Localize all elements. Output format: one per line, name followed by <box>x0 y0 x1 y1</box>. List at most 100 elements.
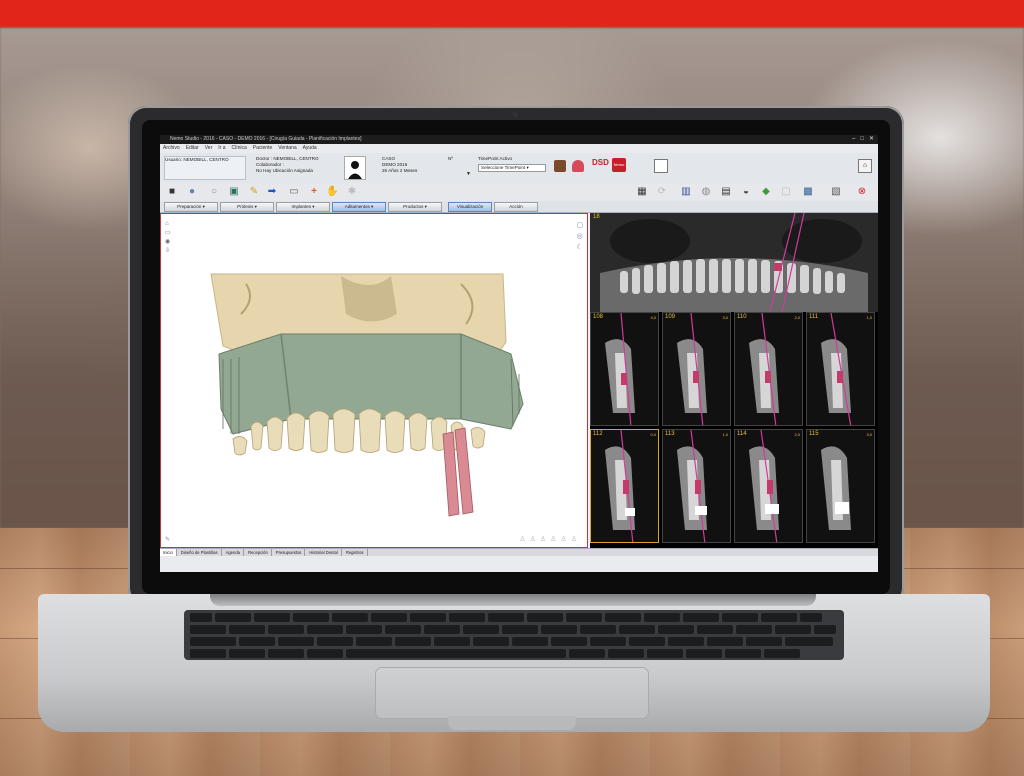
caso-dropdown-arrow-icon[interactable]: ▼ <box>466 171 471 177</box>
refresh-icon[interactable]: ⟳ <box>656 186 668 198</box>
tab-label: Implantes <box>291 204 311 209</box>
timepoint-value: Seleccione TimePoint <box>481 165 526 170</box>
monitor-icon[interactable]: ▣ <box>228 186 240 198</box>
slice-number: 108 <box>593 314 604 320</box>
disc-icon[interactable]: ● <box>186 186 198 198</box>
tab-label: Prótesis <box>237 204 254 209</box>
3d-viewport[interactable]: ⌂ ▭ ◉ ⇩ ▢ ◎ ☾ ♙♙♙♙♙♙ ✎ <box>160 213 588 548</box>
header-red-band <box>0 0 1024 28</box>
slice-scale: 2,0 <box>794 315 800 320</box>
arrow-right-icon[interactable]: ➡ <box>266 186 278 198</box>
bell-icon[interactable]: ◒ <box>740 186 752 198</box>
dsd-icon[interactable]: DSD <box>592 158 609 167</box>
settings-icon[interactable]: ✱ <box>346 186 358 198</box>
patient-info-bar: Usuario: NEMOBILL, CENTRO Doctor : NEMOB… <box>160 153 878 184</box>
hand-icon[interactable]: ✋ <box>326 186 338 198</box>
menu-archivo[interactable]: Archivo <box>163 144 180 153</box>
doctor-block: Doctor : NEMOBILL, CENTRO Colaborador : … <box>256 156 319 174</box>
ct-slice[interactable]: 109 3,0 <box>662 312 731 426</box>
screen-icon[interactable]: ▩ <box>802 186 814 198</box>
ct-slice[interactable]: 108 4,0 <box>590 312 659 426</box>
tab-aditamentos[interactable]: Aditamentos ▾ <box>332 202 386 212</box>
slice-scale: 3,0 <box>722 315 728 320</box>
slice-number: 115 <box>809 431 819 437</box>
document-icon[interactable] <box>654 159 668 173</box>
tool-pen-icon[interactable]: ✎ <box>165 536 170 543</box>
tab-productos[interactable]: Productos ▾ <box>388 202 442 212</box>
maximize-button[interactable]: □ <box>860 135 864 144</box>
menu-clinica[interactable]: Clínica <box>232 144 247 153</box>
slice-scale: 3,0 <box>866 432 872 437</box>
webcam <box>513 112 518 117</box>
slice-number: 113 <box>665 431 675 437</box>
lock-icon[interactable]: ▢ <box>780 186 792 198</box>
laptop-hinge <box>210 594 816 606</box>
pano-number: 18 <box>593 214 600 220</box>
usuario-box: Usuario: NEMOBILL, CENTRO <box>164 156 246 180</box>
menu-ir-a[interactable]: Ir a <box>218 144 225 153</box>
slice-number: 111 <box>809 314 819 320</box>
tooth-view-icons[interactable]: ♙♙♙♙♙♙ <box>519 535 581 543</box>
numero-label: Nº <box>448 156 453 161</box>
ct-slice[interactable]: 111 1,0 <box>806 312 875 426</box>
panoramic-view[interactable]: 18 <box>590 213 878 312</box>
status-bar <box>160 556 878 572</box>
tag-icon[interactable]: ◆ <box>760 186 772 198</box>
close-button[interactable]: ✕ <box>869 135 874 144</box>
clinic-icon[interactable] <box>554 160 566 172</box>
app-screen: Nemo Studio - 2016 - CASO - DEMO 2016 - … <box>160 135 878 572</box>
ct-slice[interactable]: 115 3,0 <box>806 429 875 543</box>
tab-label: Visualización <box>456 204 484 209</box>
ct-viewer[interactable]: 18 108 4,0 109 3,0 110 2,0 111 1,0 112 0… <box>590 213 878 548</box>
ct-slice-selected[interactable]: 112 0,0 <box>590 429 659 543</box>
window-titlebar: Nemo Studio - 2016 - CASO - DEMO 2016 - … <box>160 135 878 144</box>
teeth-icon[interactable] <box>572 160 584 172</box>
ct-slice[interactable]: 113 1,0 <box>662 429 731 543</box>
menu-ver[interactable]: Ver <box>205 144 213 153</box>
tab-label: Acción <box>509 204 523 209</box>
crosshair-icon[interactable]: + <box>308 186 320 198</box>
tab-label: Productos <box>403 204 424 209</box>
workflow-tabs: Preparación ▾ Prótesis ▾ Implantes ▾ Adi… <box>160 201 878 213</box>
ct-slice[interactable]: 114 2,0 <box>734 429 803 543</box>
caso-block: CASO DEMO 2016 26 Años 2 Meses <box>382 156 417 174</box>
menu-paciente[interactable]: Paciente <box>253 144 272 153</box>
grid-icon[interactable]: ▥ <box>680 186 692 198</box>
timepoint-label: TimePoint Activo <box>478 156 513 161</box>
tab-label: Preparación <box>177 204 202 209</box>
box-icon[interactable]: ▧ <box>830 186 842 198</box>
camera-icon[interactable]: ⌂ <box>858 159 872 173</box>
ct-slice[interactable]: 110 2,0 <box>734 312 803 426</box>
menu-editar[interactable]: Editar <box>186 144 199 153</box>
note-icon[interactable]: ▭ <box>288 186 300 198</box>
slice-number: 109 <box>665 314 676 320</box>
tab-preparacion[interactable]: Preparación ▾ <box>164 202 218 212</box>
print-icon[interactable]: ▦ <box>636 186 648 198</box>
nemo-logo-icon[interactable]: Nemo <box>612 158 626 172</box>
slice-scale: 1,0 <box>722 432 728 437</box>
slice-number: 114 <box>737 431 747 437</box>
tab-label: Aditamentos <box>344 204 370 209</box>
save-icon[interactable]: ■ <box>166 186 178 198</box>
menu-ventana[interactable]: Ventana <box>278 144 296 153</box>
tab-visualizacion[interactable]: Visualización <box>448 202 492 212</box>
printer-icon[interactable]: ▤ <box>720 186 732 198</box>
tab-implantes[interactable]: Implantes ▾ <box>276 202 330 212</box>
timepoint-select[interactable]: Seleccione TimePoint ▾ <box>478 164 546 172</box>
slice-scale: 1,0 <box>866 315 872 320</box>
bin-icon[interactable]: ◍ <box>700 186 712 198</box>
minimize-button[interactable]: – <box>852 135 855 144</box>
usuario-label: Usuario: NEMOBILL, CENTRO <box>165 157 229 162</box>
tab-protesis[interactable]: Prótesis ▾ <box>220 202 274 212</box>
tab-accion[interactable]: Acción <box>494 202 538 212</box>
search-icon[interactable]: ○ <box>208 186 220 198</box>
pencil-icon[interactable]: ✎ <box>248 186 260 198</box>
menu-ayuda[interactable]: Ayuda <box>303 144 317 153</box>
main-toolbar: ■ ● ○ ▣ ✎ ➡ ▭ + ✋ ✱ ▦ ⟳ ▥ ◍ ▤ ◒ ◆ ▢ ▩ ▧ … <box>160 183 878 202</box>
ubicacion-label: No Hay Ubicación Asignada <box>256 168 313 173</box>
slice-number: 110 <box>737 314 747 320</box>
stop-icon[interactable]: ⊗ <box>856 186 868 198</box>
patient-avatar[interactable] <box>344 156 366 180</box>
timepoint-block: TimePoint Activo Seleccione TimePoint ▾ <box>478 156 546 172</box>
laptop-trackpad <box>376 668 648 718</box>
